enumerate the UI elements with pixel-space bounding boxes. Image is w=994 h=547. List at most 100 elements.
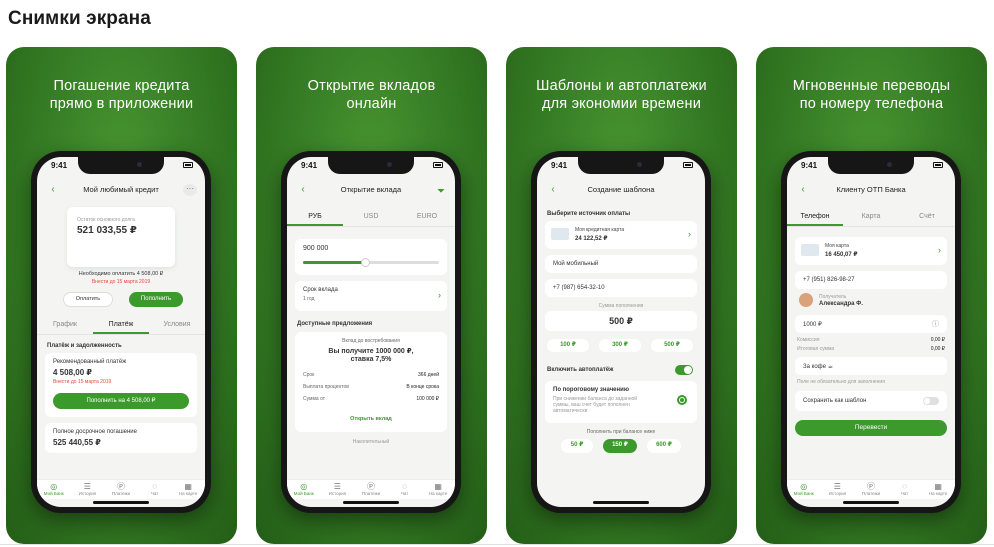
screen-title: Мой любимый кредит <box>83 185 159 194</box>
chevron-right-icon: › <box>438 290 441 300</box>
nav-payments[interactable]: Ⓟ Платежи <box>854 480 888 499</box>
term-selector[interactable]: Срок вклада 1 год › <box>295 281 447 311</box>
threshold-option[interactable]: По пороговому значению При снижении бала… <box>545 381 697 423</box>
balance-label: Остаток основного долга <box>77 217 135 223</box>
bottom-nav: ◎ Мой Банк ☰ История Ⓟ Платежи ◌ Чат ▦ На кар… <box>287 479 455 499</box>
tab-usd[interactable]: USD <box>343 209 399 226</box>
screenshot-card-templates[interactable]: Шаблоны и автоплатежи для экономии време… <box>506 47 737 544</box>
status-time: 9:41 <box>551 161 568 170</box>
bottom-nav: ◎ Мой Банк ☰ История Ⓟ Платежи ◌ Чат ▦ На кар… <box>787 479 955 499</box>
nav-chat[interactable]: ◌ Чат <box>138 480 172 499</box>
tab-phone[interactable]: Телефон <box>787 209 843 226</box>
row-label: Срок <box>303 372 315 378</box>
autopay-toggle[interactable] <box>675 365 693 375</box>
back-arrow-icon[interactable]: ‹ <box>47 184 59 196</box>
threshold-title: По пороговому значению <box>553 387 629 393</box>
tab-schedule[interactable]: График <box>37 317 93 334</box>
comment-field[interactable]: За кофе ☕ <box>795 357 947 375</box>
phone-number-field[interactable]: +7 (987) 654-32-10 <box>545 279 697 297</box>
threshold-label: Пополнить при балансе ниже <box>586 429 656 435</box>
status-time: 9:41 <box>301 161 318 170</box>
nav-payments[interactable]: Ⓟ Платежи <box>354 480 388 499</box>
nav-payments[interactable]: Ⓟ Платежи <box>104 480 138 499</box>
send-button[interactable]: Перевести <box>795 420 947 436</box>
nav-map[interactable]: ▦ На карте <box>171 480 205 499</box>
amount-input[interactable]: 900 000 <box>295 239 447 275</box>
amount-chip[interactable]: 100 ₽ <box>547 339 589 352</box>
row-value: 366 дней <box>418 372 439 378</box>
nav-chat[interactable]: ◌ Чат <box>888 480 922 499</box>
pay-button[interactable]: Оплатить <box>63 292 113 307</box>
back-arrow-icon[interactable]: ‹ <box>297 184 309 196</box>
threshold-desc: При снижении баланса до заданной суммы, … <box>553 396 638 414</box>
filter-icon[interactable]: ⏷ <box>437 183 445 201</box>
save-template-row[interactable]: Сохранить как шаблон <box>795 391 947 411</box>
payments-icon: Ⓟ <box>866 482 875 491</box>
threshold-chip[interactable]: 600 ₽ <box>647 439 681 453</box>
term-value: 1 год <box>303 296 315 302</box>
amount-input[interactable]: 1000 ₽ ⓘ <box>795 315 947 333</box>
nav-my-bank[interactable]: ◎ Мой Банк <box>287 480 321 499</box>
nav-map[interactable]: ▦ На карте <box>921 480 955 499</box>
threshold-chip[interactable]: 50 ₽ <box>561 439 593 453</box>
source-card[interactable]: Моя карта 16 450,07 ₽ › <box>795 237 947 265</box>
tab-euro[interactable]: EURO <box>399 209 455 226</box>
info-icon[interactable]: ⓘ <box>932 319 939 329</box>
screen-header: ‹ Создание шаблона <box>537 181 705 199</box>
nav-map[interactable]: ▦ На карте <box>421 480 455 499</box>
due-date: Внести до 15 марта 2019 <box>91 279 151 285</box>
tab-account[interactable]: Счёт <box>899 209 955 226</box>
phone-mockup: 9:41 ‹ Клиенту ОТП Банка Телефон Карта С… <box>781 151 961 513</box>
nav-history[interactable]: ☰ История <box>821 480 855 499</box>
open-deposit-link[interactable]: Открыть вклад <box>295 416 447 422</box>
recommended-payment-card: Рекомендованный платёж 4 508,00 ₽ Внести… <box>45 353 197 417</box>
card-name: Моя карта <box>825 243 849 249</box>
nav-my-bank[interactable]: ◎ Мой Банк <box>37 480 71 499</box>
slider-handle[interactable] <box>361 258 371 267</box>
payments-icon: Ⓟ <box>366 482 375 491</box>
phone-notch <box>578 157 664 174</box>
template-name-field[interactable]: Мой мобильный <box>545 255 697 273</box>
tab-card[interactable]: Карта <box>843 209 899 226</box>
bank-icon: ◎ <box>800 482 808 491</box>
offer-line: ставка 7,5% <box>350 356 392 363</box>
tab-conditions[interactable]: Условия <box>149 317 205 334</box>
home-indicator <box>343 501 399 504</box>
sum-input[interactable]: 500 ₽ <box>545 311 697 331</box>
amount-chip[interactable]: 300 ₽ <box>599 339 641 352</box>
phone-notch <box>328 157 414 174</box>
nav-history[interactable]: ☰ История <box>71 480 105 499</box>
screenshot-card-deposit[interactable]: Открытие вкладов онлайн 9:41 ‹ Открытие … <box>256 47 487 544</box>
card-amount: 24 122,52 ₽ <box>575 236 608 242</box>
tab-payment[interactable]: Платёж <box>93 317 149 334</box>
save-template-toggle[interactable] <box>923 397 939 405</box>
phone-field[interactable]: +7 (951) 826-98-27 <box>795 271 947 289</box>
nav-history[interactable]: ☰ История <box>321 480 355 499</box>
radio-selected[interactable] <box>677 395 687 405</box>
history-icon: ☰ <box>833 482 841 491</box>
sum-value: 500 ₽ <box>609 316 633 326</box>
nav-chat[interactable]: ◌ Чат <box>388 480 422 499</box>
tab-rub[interactable]: РУБ <box>287 209 343 226</box>
back-arrow-icon[interactable]: ‹ <box>547 184 559 196</box>
screenshot-card-credit[interactable]: Погашение кредита прямо в приложении 9:4… <box>6 47 237 544</box>
threshold-chip-selected[interactable]: 150 ₽ <box>603 439 637 453</box>
screenshot-gallery[interactable]: Погашение кредита прямо в приложении 9:4… <box>6 47 990 547</box>
payment-source-card[interactable]: Моя кредитная карта 24 122,52 ₽ › <box>545 221 697 249</box>
offer-title: Вклад до востребования <box>342 338 400 344</box>
nav-my-bank[interactable]: ◎ Мой Банк <box>787 480 821 499</box>
screenshot-card-transfers[interactable]: Мгновенные переводы по номеру телефона 9… <box>756 47 987 544</box>
card-name: Моя кредитная карта <box>575 227 625 233</box>
amount-chip[interactable]: 500 ₽ <box>651 339 693 352</box>
more-icon[interactable]: ··· <box>183 184 197 196</box>
top-up-amount-button[interactable]: Пополнить на 4 508,00 ₽ <box>53 393 189 409</box>
caption-line: Мгновенные переводы <box>792 78 951 94</box>
deposit-offer-card: Вклад до востребования Вы получите 1000 … <box>295 332 447 432</box>
amount-slider-track[interactable] <box>303 258 439 267</box>
top-up-button[interactable]: Пополнить <box>129 292 183 307</box>
screen-title: Открытие вклада <box>340 185 402 194</box>
field-value: +7 (987) 654-32-10 <box>553 285 605 291</box>
phone-notch <box>78 157 164 174</box>
back-arrow-icon[interactable]: ‹ <box>797 184 809 196</box>
card-caption: Мгновенные переводы по номеру телефона <box>756 77 987 113</box>
